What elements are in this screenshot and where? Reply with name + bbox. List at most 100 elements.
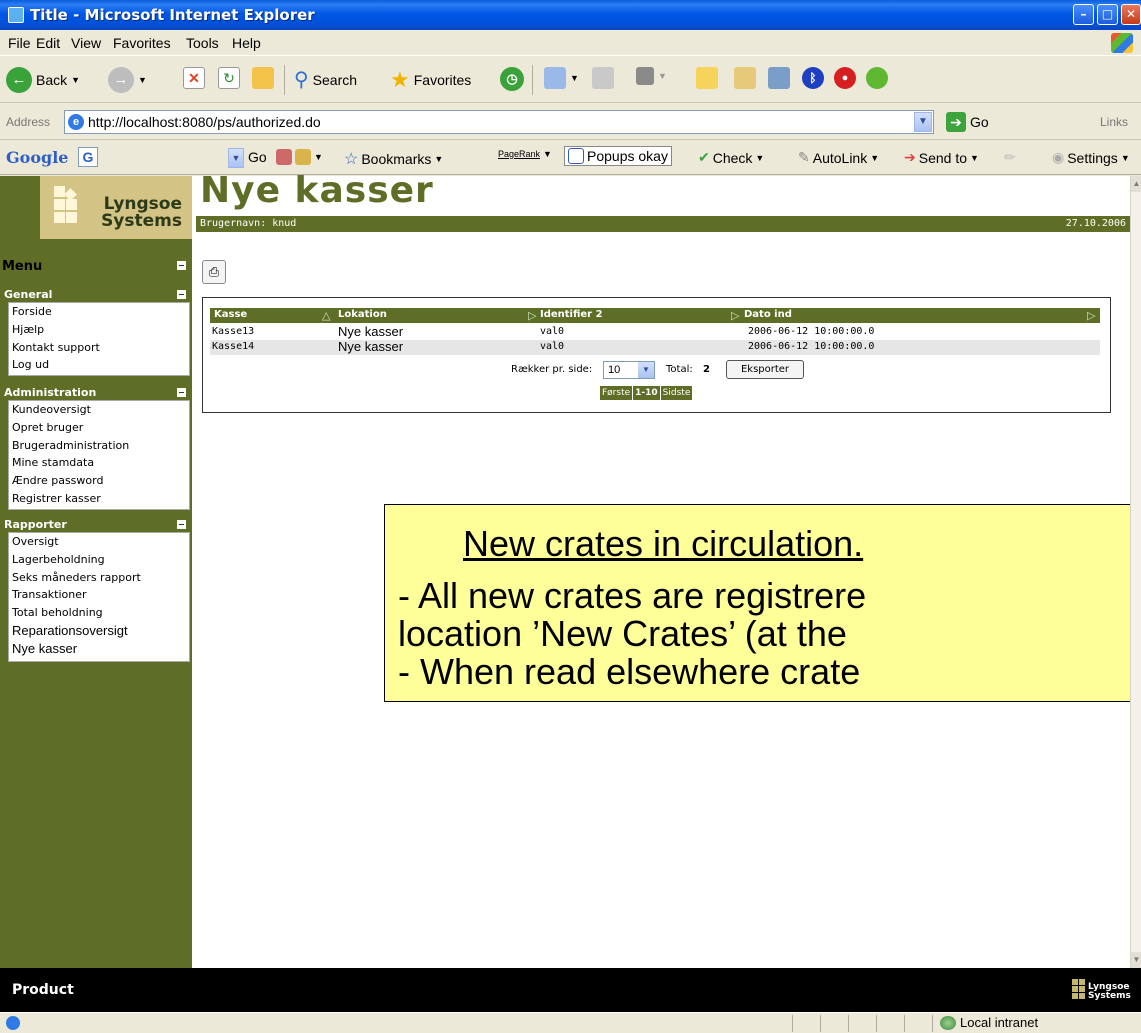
- menu-item-registrer-kasser[interactable]: Registrer kasser: [9, 490, 189, 508]
- menu-item-kundeoversigt[interactable]: Kundeoversigt: [9, 401, 189, 419]
- refresh-button[interactable]: ↻: [218, 67, 240, 89]
- col-lokation[interactable]: Lokation: [338, 309, 387, 320]
- section-administration-list: Kundeoversigt Opret bruger Brugeradminis…: [8, 400, 190, 510]
- menu-edit[interactable]: Edit: [36, 35, 60, 51]
- minimize-button[interactable]: –: [1073, 4, 1094, 25]
- vertical-scrollbar[interactable]: ▲ ▼: [1130, 176, 1141, 968]
- scroll-up-icon[interactable]: ▲: [1131, 176, 1141, 192]
- export-button[interactable]: Eksporter: [726, 360, 804, 379]
- stop-button[interactable]: ✕: [183, 67, 205, 89]
- settings-label: Settings: [1067, 149, 1118, 166]
- collapse-icon[interactable]: [177, 388, 186, 397]
- pagerank-button[interactable]: PageRank ▼: [498, 149, 552, 159]
- menu-favorites[interactable]: Favorites: [113, 35, 171, 51]
- menu-item-brugeradministration[interactable]: Brugeradministration: [9, 437, 189, 455]
- maximize-button[interactable]: □: [1097, 4, 1118, 25]
- menu-item-nye-kasser[interactable]: Nye kasser: [9, 640, 189, 658]
- menu-item-lagerbeholdning[interactable]: Lagerbeholdning: [9, 551, 189, 569]
- table-row[interactable]: Kasse13 Nye kasser val0 2006-06-12 10:00…: [210, 324, 1100, 340]
- folder-button[interactable]: [696, 67, 718, 89]
- go-label: Go: [970, 114, 989, 130]
- mail-button[interactable]: ▼: [544, 67, 579, 89]
- bookmarks-button[interactable]: ☆ Bookmarks ▼: [344, 149, 443, 169]
- msn-people-icon: [866, 67, 888, 89]
- menu-item-kontakt-support[interactable]: Kontakt support: [9, 339, 189, 357]
- print-button[interactable]: ⎙: [202, 260, 226, 284]
- menu-view[interactable]: View: [71, 35, 101, 51]
- sort-icon[interactable]: ▷: [1087, 309, 1095, 322]
- research-button[interactable]: [734, 67, 756, 89]
- col-kasse[interactable]: Kasse: [214, 309, 247, 320]
- google-menu-button[interactable]: G: [78, 147, 98, 167]
- sendto-button[interactable]: ➔ Send to ▼: [904, 149, 979, 166]
- google-search-dropdown[interactable]: ▼: [228, 148, 244, 168]
- menu-collapse-icon[interactable]: [177, 261, 186, 270]
- msn-button[interactable]: [866, 67, 888, 89]
- menu-item-aendre-password[interactable]: Ændre password: [9, 472, 189, 490]
- sort-asc-icon[interactable]: △: [322, 309, 330, 322]
- google-go-button[interactable]: Go: [248, 149, 267, 165]
- messenger-button[interactable]: ●: [834, 67, 856, 89]
- printer-icon: ⎙: [208, 264, 220, 279]
- table-row[interactable]: Kasse14 Nye kasser val0 2006-06-12 10:00…: [210, 339, 1100, 355]
- forward-button[interactable]: → ▼: [108, 67, 147, 93]
- menu-tools[interactable]: Tools: [186, 35, 219, 51]
- menu-item-total-beholdning[interactable]: Total beholdning: [9, 604, 189, 622]
- pager-range[interactable]: 1-10: [633, 386, 661, 400]
- collapse-icon[interactable]: [177, 290, 186, 299]
- menu-item-seks-maaneders-rapport[interactable]: Seks måneders rapport: [9, 569, 189, 587]
- menu-item-reparationsoversigt[interactable]: Reparationsoversigt: [9, 622, 189, 640]
- browser-window: Title - Microsoft Internet Explorer – □ …: [0, 0, 1141, 1033]
- sort-icon[interactable]: ▷: [731, 309, 739, 322]
- close-button[interactable]: ✕: [1121, 4, 1141, 25]
- media-button[interactable]: [768, 67, 790, 89]
- menu-item-oversigt[interactable]: Oversigt: [9, 533, 189, 551]
- cell-lokation: Nye kasser: [338, 339, 404, 354]
- menu-item-transaktioner[interactable]: Transaktioner: [9, 586, 189, 604]
- go-arrow-icon: ➔: [946, 112, 966, 132]
- collapse-icon[interactable]: [177, 520, 186, 529]
- popups-button[interactable]: Popups okay: [564, 146, 672, 166]
- menu-bar: File Edit View Favorites Tools Help: [0, 30, 1141, 56]
- go-button[interactable]: ➔ Go: [946, 112, 989, 132]
- pager-first[interactable]: Første: [600, 386, 634, 400]
- menu-item-opret-bruger[interactable]: Opret bruger: [9, 419, 189, 437]
- rows-per-page-select[interactable]: 10 ▼: [603, 361, 655, 379]
- google-go-label: Go: [248, 149, 267, 165]
- col-identifier-2[interactable]: Identifier 2: [540, 309, 603, 320]
- autolink-button[interactable]: ✎ AutoLink ▼: [798, 149, 879, 166]
- sort-icon[interactable]: ▷: [528, 309, 536, 322]
- print-toolbar-button[interactable]: [592, 67, 614, 89]
- window-title: Title - Microsoft Internet Explorer: [30, 6, 315, 24]
- menu-item-log-ud[interactable]: Log ud: [9, 356, 189, 374]
- section-administration-heading[interactable]: Administration: [0, 386, 192, 400]
- section-general-heading[interactable]: General: [0, 288, 192, 302]
- address-input[interactable]: e http://localhost:8080/ps/authorized.do…: [64, 110, 934, 134]
- scroll-down-icon[interactable]: ▼: [1131, 952, 1141, 968]
- address-dropdown-button[interactable]: ▼: [914, 112, 932, 132]
- pager-last[interactable]: Sidste: [661, 386, 693, 400]
- table-header: Kasse △ Lokation ▷ Identifier 2 ▷ Dato i…: [210, 308, 1100, 323]
- google-search-input[interactable]: [110, 147, 240, 169]
- home-button[interactable]: [252, 67, 274, 89]
- menu-file[interactable]: File: [8, 35, 31, 51]
- google-options-button[interactable]: ▼: [276, 149, 323, 165]
- settings-button[interactable]: ◉ Settings ▼: [1052, 149, 1130, 166]
- send-arrow-icon: ➔: [904, 149, 916, 165]
- chevron-down-icon: ▼: [638, 362, 654, 378]
- col-dato-ind[interactable]: Dato ind: [744, 309, 792, 320]
- search-button[interactable]: ⚲ Search: [294, 67, 357, 92]
- section-rapporter-heading[interactable]: Rapporter: [0, 518, 192, 532]
- links-button[interactable]: Links: [1100, 115, 1128, 129]
- bluetooth-button[interactable]: ᛒ: [802, 67, 824, 89]
- favorites-button[interactable]: ★ Favorites: [390, 67, 471, 93]
- highlighter-button[interactable]: ✏: [1004, 149, 1016, 166]
- edit-button[interactable]: ▼: [636, 67, 667, 85]
- menu-item-hjaelp[interactable]: Hjælp: [9, 321, 189, 339]
- menu-item-mine-stamdata[interactable]: Mine stamdata: [9, 454, 189, 472]
- back-button[interactable]: ← Back ▼: [6, 67, 80, 93]
- history-button[interactable]: ◷: [500, 67, 524, 91]
- check-button[interactable]: ✔ Check ▼: [698, 149, 764, 166]
- menu-item-forside[interactable]: Forside: [9, 303, 189, 321]
- menu-help[interactable]: Help: [232, 35, 261, 51]
